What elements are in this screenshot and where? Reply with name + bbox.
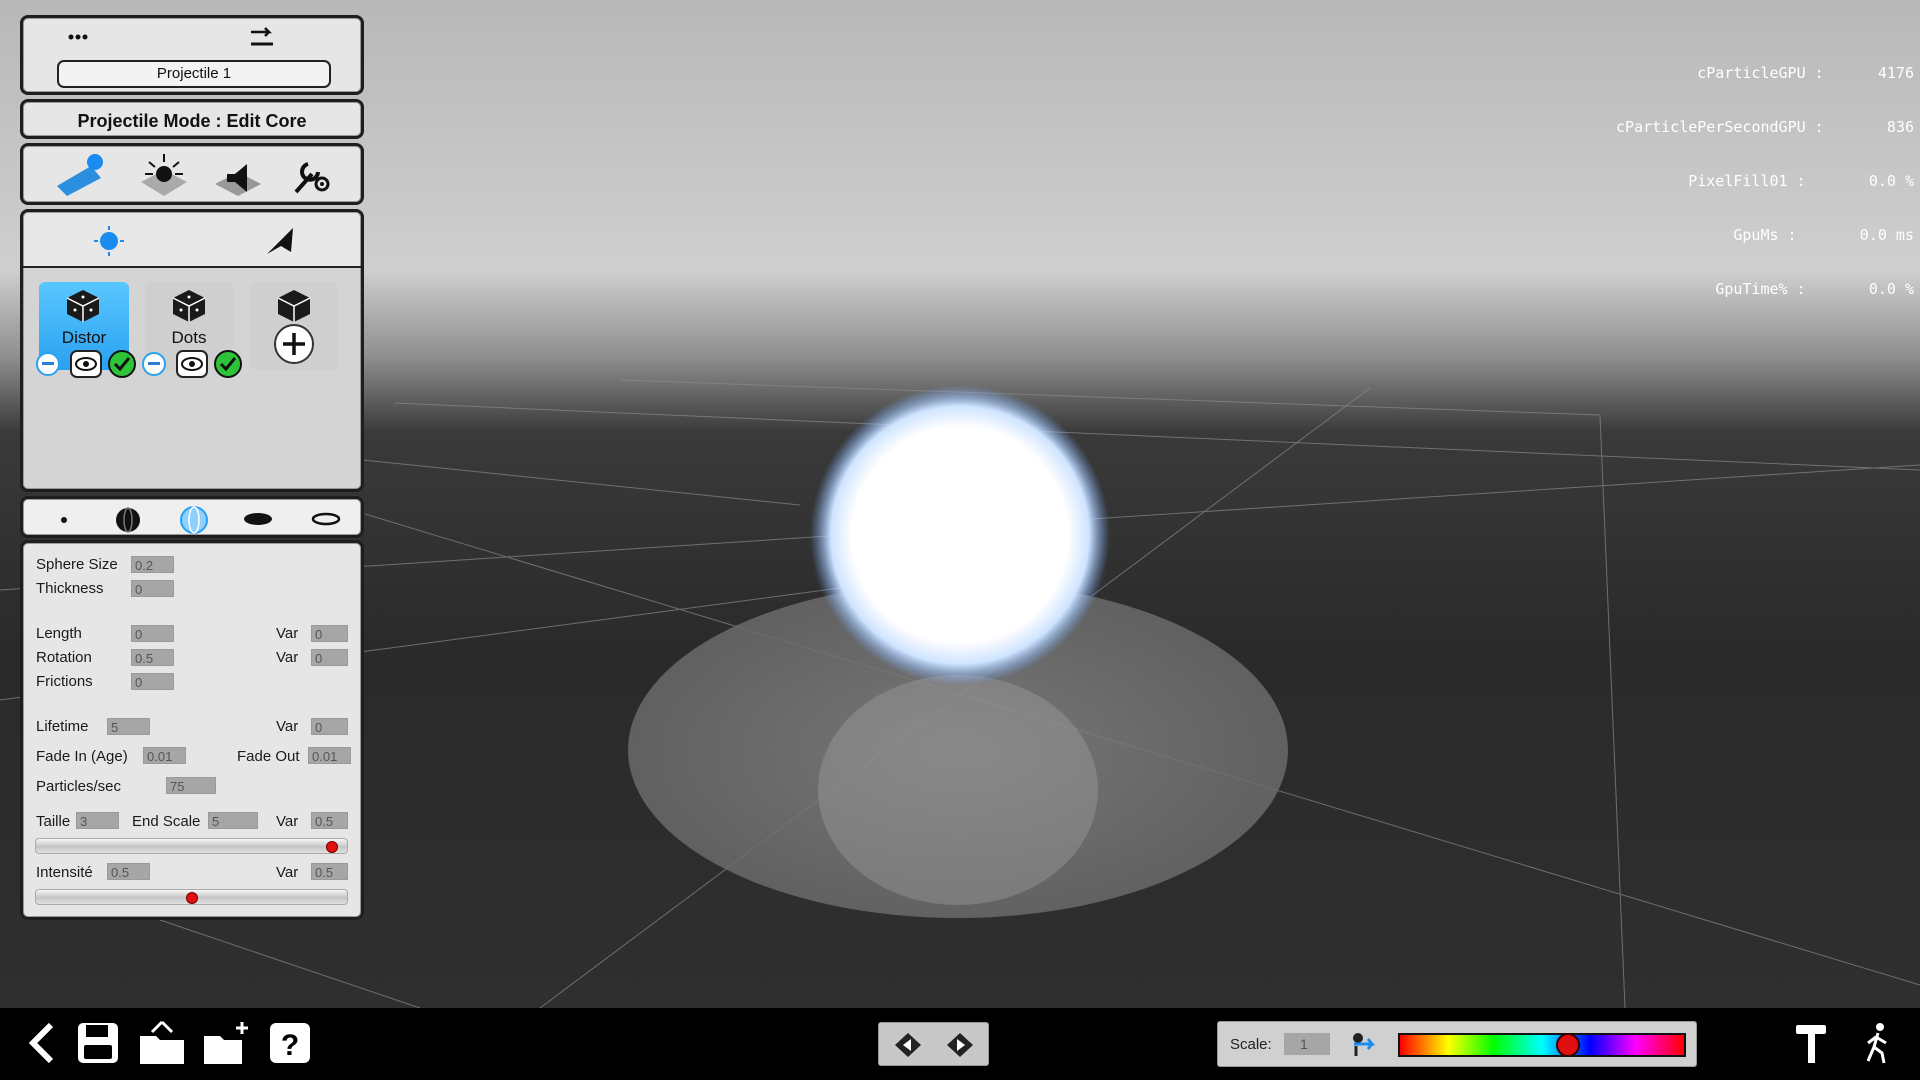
remove-layer-icon[interactable] bbox=[142, 352, 166, 376]
layer-label: Dots bbox=[171, 328, 207, 347]
reflection-glow bbox=[818, 675, 1098, 905]
save-disk-icon[interactable] bbox=[74, 1019, 122, 1067]
frictions-field[interactable]: 0 bbox=[131, 673, 174, 690]
visibility-eye-icon[interactable] bbox=[70, 350, 102, 378]
stat-line: cParticlePerSecondGPU : 836 bbox=[1615, 118, 1914, 136]
shape-arrow-icon[interactable] bbox=[263, 224, 299, 263]
particle-cube-icon bbox=[66, 290, 100, 322]
taille-label: Taille bbox=[36, 813, 71, 830]
intensite-var-field[interactable]: 0.5 bbox=[311, 863, 348, 880]
layer-label: Distor bbox=[61, 328, 107, 347]
undo-arrow-icon[interactable] bbox=[247, 24, 277, 53]
fade-out-field[interactable]: 0.01 bbox=[308, 747, 351, 764]
end-scale-var-label: Var bbox=[276, 813, 299, 830]
thickness-label: Thickness bbox=[36, 580, 104, 597]
rotation-var-label: Var bbox=[276, 649, 299, 666]
intensite-var-label: Var bbox=[276, 864, 299, 881]
rotation-var-field[interactable]: 0 bbox=[311, 649, 348, 666]
remove-layer-icon[interactable] bbox=[36, 352, 60, 376]
intensite-field[interactable]: 0.5 bbox=[107, 863, 150, 880]
color-slider-knob[interactable] bbox=[1556, 1033, 1580, 1057]
particle-cube-icon bbox=[277, 290, 311, 322]
export-folder-icon[interactable] bbox=[138, 1019, 186, 1067]
plus-icon bbox=[274, 324, 314, 364]
menu-dots-icon[interactable] bbox=[67, 30, 95, 48]
length-label: Length bbox=[36, 625, 82, 642]
light-burst-icon[interactable] bbox=[137, 152, 191, 200]
particle-cube-icon bbox=[172, 290, 206, 322]
fade-in-field[interactable]: 0.01 bbox=[143, 747, 186, 764]
lifetime-var-field[interactable]: 0 bbox=[311, 718, 348, 735]
sphere-shape-icon[interactable] bbox=[114, 506, 142, 539]
projectile-header-panel: Projectile 1 bbox=[20, 15, 364, 95]
rotation-label: Rotation bbox=[36, 649, 92, 666]
fade-out-label: Fade Out bbox=[237, 748, 300, 765]
sound-speaker-icon[interactable] bbox=[211, 152, 265, 200]
prev-nav-icon[interactable] bbox=[893, 1031, 923, 1064]
end-scale-var-field[interactable]: 0.5 bbox=[311, 812, 348, 829]
stat-line: cParticleGPU : 4176 bbox=[1697, 64, 1914, 82]
new-folder-icon[interactable] bbox=[202, 1019, 250, 1067]
end-scale-field[interactable]: 5 bbox=[208, 812, 258, 829]
length-field[interactable]: 0 bbox=[131, 625, 174, 642]
stat-line: PixelFill01 : 0.0 % bbox=[1688, 172, 1914, 190]
scale-field[interactable]: 1 bbox=[1284, 1033, 1330, 1055]
ring-shape-icon[interactable] bbox=[311, 512, 341, 531]
settings-wrench-icon[interactable] bbox=[285, 152, 339, 200]
thickness-field[interactable]: 0 bbox=[131, 580, 174, 597]
projectile-edit-icon[interactable] bbox=[51, 152, 105, 200]
mode-title: Projectile Mode : Edit Core bbox=[20, 99, 364, 139]
enabled-check-icon[interactable] bbox=[214, 350, 242, 378]
taille-field[interactable]: 3 bbox=[76, 812, 119, 829]
particles-label: Particles/sec bbox=[36, 778, 122, 795]
lifetime-label: Lifetime bbox=[36, 718, 89, 735]
color-spectrum-slider[interactable] bbox=[1398, 1033, 1686, 1057]
fade-in-label: Fade In (Age) bbox=[36, 748, 128, 765]
stat-line: GpuTime% : 0.0 % bbox=[1715, 280, 1914, 298]
enabled-check-icon[interactable] bbox=[108, 350, 136, 378]
scale-control: Scale: 1 bbox=[1217, 1021, 1697, 1067]
sphere-size-label: Sphere Size bbox=[36, 556, 118, 573]
lifetime-field[interactable]: 5 bbox=[107, 718, 150, 735]
lifetime-var-label: Var bbox=[276, 718, 299, 735]
hammer-icon[interactable] bbox=[1788, 1019, 1836, 1067]
length-var-label: Var bbox=[276, 625, 299, 642]
tool-panel bbox=[20, 143, 364, 205]
svg-text:?: ? bbox=[281, 1029, 299, 1062]
sphere-shell-icon[interactable] bbox=[179, 505, 209, 540]
visibility-eye-icon[interactable] bbox=[176, 350, 208, 378]
next-nav-icon[interactable] bbox=[945, 1031, 975, 1064]
slider-knob[interactable] bbox=[186, 892, 198, 904]
nav-arrows bbox=[878, 1022, 989, 1066]
slider-knob[interactable] bbox=[326, 841, 338, 853]
scale-label: Scale: bbox=[1230, 1036, 1272, 1053]
divider bbox=[23, 266, 361, 268]
taille-slider[interactable] bbox=[35, 838, 348, 854]
disc-shape-icon[interactable] bbox=[243, 512, 273, 531]
point-shape-icon[interactable] bbox=[59, 512, 69, 530]
particle-sphere bbox=[810, 385, 1110, 685]
scale-axis-icon[interactable] bbox=[1348, 1030, 1382, 1063]
intensite-slider[interactable] bbox=[35, 889, 348, 905]
back-chevron-icon[interactable] bbox=[18, 1019, 66, 1067]
stat-line: GpuMs : 0.0 ms bbox=[1733, 226, 1914, 244]
particles-field[interactable]: 75 bbox=[166, 777, 216, 794]
rotation-field[interactable]: 0.5 bbox=[131, 649, 174, 666]
core-particle-icon[interactable] bbox=[91, 224, 127, 263]
intensite-label: Intensité bbox=[36, 864, 93, 881]
sphere-size-field[interactable]: 0.2 bbox=[131, 556, 174, 573]
add-layer-button[interactable] bbox=[250, 282, 338, 370]
frictions-label: Frictions bbox=[36, 673, 93, 690]
help-icon[interactable]: ? bbox=[266, 1019, 314, 1067]
length-var-field[interactable]: 0 bbox=[311, 625, 348, 642]
shape-tabs-panel bbox=[20, 496, 364, 538]
walk-person-icon[interactable] bbox=[1854, 1019, 1902, 1067]
end-scale-label: End Scale bbox=[132, 813, 201, 830]
gpu-stats: cParticleGPU : 4176 cParticlePerSecondGP… bbox=[1616, 28, 1914, 316]
projectile-name-button[interactable]: Projectile 1 bbox=[57, 60, 331, 88]
